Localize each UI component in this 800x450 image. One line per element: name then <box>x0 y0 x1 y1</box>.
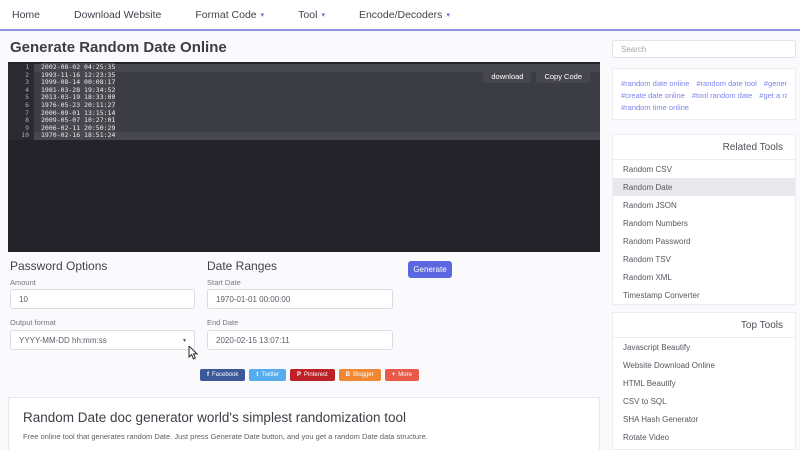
top-tools-title: Top Tools <box>613 313 795 338</box>
sidebar-item-website-download-online[interactable]: Website Download Online <box>613 356 795 374</box>
tag-link[interactable]: #generate date online <box>764 79 787 88</box>
share-buttons: f Facebook t Twitter P Pinterest B Blogger +… <box>200 369 419 381</box>
pinterest-share-button[interactable]: P Pinterest <box>290 369 335 381</box>
editor-line: 10 1970-02-16 18:51:24 <box>8 131 600 140</box>
chevron-down-icon: ▾ <box>321 11 325 19</box>
about-section: Random Date doc generator world's simple… <box>8 397 600 450</box>
search-input[interactable] <box>612 40 796 58</box>
line-number: 6 <box>8 101 34 110</box>
tag-row: #create date online #tool random date #get… <box>621 88 787 100</box>
end-date-input[interactable] <box>207 330 393 350</box>
top-navbar: Home Download Website Format Code ▾ Tool ▾… <box>0 0 800 31</box>
share-label: Facebook <box>212 372 239 378</box>
line-number: 3 <box>8 79 34 87</box>
tag-link[interactable]: #create date online <box>621 91 685 100</box>
nav-item-home[interactable]: Home <box>12 9 40 21</box>
line-text: 1970-02-16 18:51:24 <box>41 131 116 140</box>
nav-item-label: Download Website <box>74 8 162 21</box>
line-number: 10 <box>8 132 34 140</box>
sidebar-item-random-csv[interactable]: Random CSV <box>613 160 795 178</box>
nav-item-encode-decoders[interactable]: Encode/Decoders ▾ <box>359 9 450 21</box>
sidebar-item-random-date[interactable]: Random Date <box>613 178 795 196</box>
related-tools-title: Related Tools <box>613 135 795 160</box>
line-text: 2002-08-02 04:25:35 <box>41 63 116 71</box>
plus-icon: + <box>391 372 396 378</box>
sidebar-item-html-beautify[interactable]: HTML Beautify <box>613 374 795 392</box>
sidebar-item-resize-video[interactable]: Resize Video <box>613 446 795 449</box>
generate-button[interactable]: Generate <box>408 261 452 278</box>
about-description: Free online tool that generates random D… <box>23 432 428 441</box>
blogger-share-button[interactable]: B Blogger <box>338 369 381 381</box>
tag-link[interactable]: #random time online <box>621 103 689 112</box>
blogger-icon: B <box>345 372 351 378</box>
tag-link[interactable]: #get a random date <box>759 91 787 100</box>
output-format-select[interactable]: YYYY-MM-DD hh:mm:ss ▾ <box>10 330 195 350</box>
twitter-icon: t <box>256 372 259 378</box>
amount-label: Amount <box>10 278 36 287</box>
sidebar-item-random-json[interactable]: Random JSON <box>613 196 795 214</box>
line-number: 2 <box>8 71 34 80</box>
tag-row: #random time online <box>621 100 787 112</box>
twitter-share-button[interactable]: t Twitter <box>249 369 287 381</box>
output-format-label: Output format <box>10 318 56 327</box>
line-number: 1 <box>8 63 34 72</box>
tag-link[interactable]: #random date tool <box>696 79 756 88</box>
start-date-input[interactable] <box>207 289 393 309</box>
password-options-heading: Password Options <box>10 259 108 273</box>
nav-item-download-website[interactable]: Download Website <box>74 9 161 21</box>
facebook-share-button[interactable]: f Facebook <box>200 369 246 381</box>
share-label: Blogger <box>353 372 374 378</box>
share-label: Pinterest <box>304 372 328 378</box>
line-number: 5 <box>8 94 34 102</box>
sidebar-item-random-numbers[interactable]: Random Numbers <box>613 214 795 232</box>
nav-item-label: Tool <box>298 8 318 21</box>
tag-link[interactable]: #tool random date <box>692 91 752 100</box>
nav-item-format-code[interactable]: Format Code ▾ <box>195 9 264 21</box>
start-date-label: Start Date <box>207 278 241 287</box>
chevron-down-icon: ▾ <box>260 11 265 19</box>
nav-item-label: Encode/Decoders <box>358 8 443 21</box>
amount-input[interactable] <box>10 289 195 309</box>
line-text: 1976-05-23 20:11:27 <box>41 100 116 109</box>
copy-code-button[interactable]: Copy Code <box>536 69 590 83</box>
mouse-cursor-icon <box>188 346 198 360</box>
tag-link[interactable]: #random date online <box>621 79 689 88</box>
sidebar-item-random-tsv[interactable]: Random TSV <box>613 250 795 268</box>
nav-item-label: Home <box>12 8 41 21</box>
sidebar-item-csv-to-sql[interactable]: CSV to SQL <box>613 392 795 410</box>
top-tools-card: Top Tools Javascript Beautify Website Do… <box>612 312 796 450</box>
line-number: 7 <box>8 109 34 118</box>
line-text: 1999-08-14 00:08:17 <box>41 78 116 87</box>
select-caret-icon: ▾ <box>182 337 186 344</box>
nav-item-label: Format Code <box>195 8 257 21</box>
sidebar-item-random-password[interactable]: Random Password <box>613 232 795 250</box>
editor-actions: download Copy Code <box>483 69 590 83</box>
about-heading: Random Date doc generator world's simple… <box>23 410 407 425</box>
sidebar-item-rotate-video[interactable]: Rotate Video <box>613 428 795 446</box>
tags-card: #random date online #random date tool #gen… <box>612 68 796 120</box>
output-format-value: YYYY-MM-DD hh:mm:ss <box>19 335 107 345</box>
tag-row: #random date online #random date tool #gen… <box>621 76 787 88</box>
share-label: More <box>398 372 412 378</box>
line-text: 2009-05-07 10:27:01 <box>41 116 116 125</box>
related-tools-card: Related Tools Random CSV Random Date Ran… <box>612 134 796 305</box>
end-date-label: End Date <box>207 318 239 327</box>
more-share-button[interactable]: + More <box>384 369 419 381</box>
pinterest-icon: P <box>297 372 302 378</box>
page-title: Generate Random Date Online <box>10 39 227 56</box>
code-editor[interactable]: 1 2002-08-02 04:25:35 2 1993-11-16 12:23:3… <box>8 62 600 252</box>
facebook-icon: f <box>207 372 209 378</box>
sidebar-item-javascript-beautify[interactable]: Javascript Beautify <box>613 338 795 356</box>
sidebar-item-sha-hash-generator[interactable]: SHA Hash Generator <box>613 410 795 428</box>
sidebar-item-timestamp-converter[interactable]: Timestamp Converter <box>613 286 795 304</box>
nav-item-tool[interactable]: Tool ▾ <box>298 9 325 21</box>
download-button[interactable]: download <box>483 69 532 83</box>
chevron-down-icon: ▾ <box>446 11 450 19</box>
line-number: 4 <box>8 86 34 95</box>
share-label: Twitter <box>261 372 280 378</box>
line-number: 8 <box>8 117 34 125</box>
sidebar-item-random-xml[interactable]: Random XML <box>613 268 795 286</box>
date-ranges-heading: Date Ranges <box>207 259 278 273</box>
